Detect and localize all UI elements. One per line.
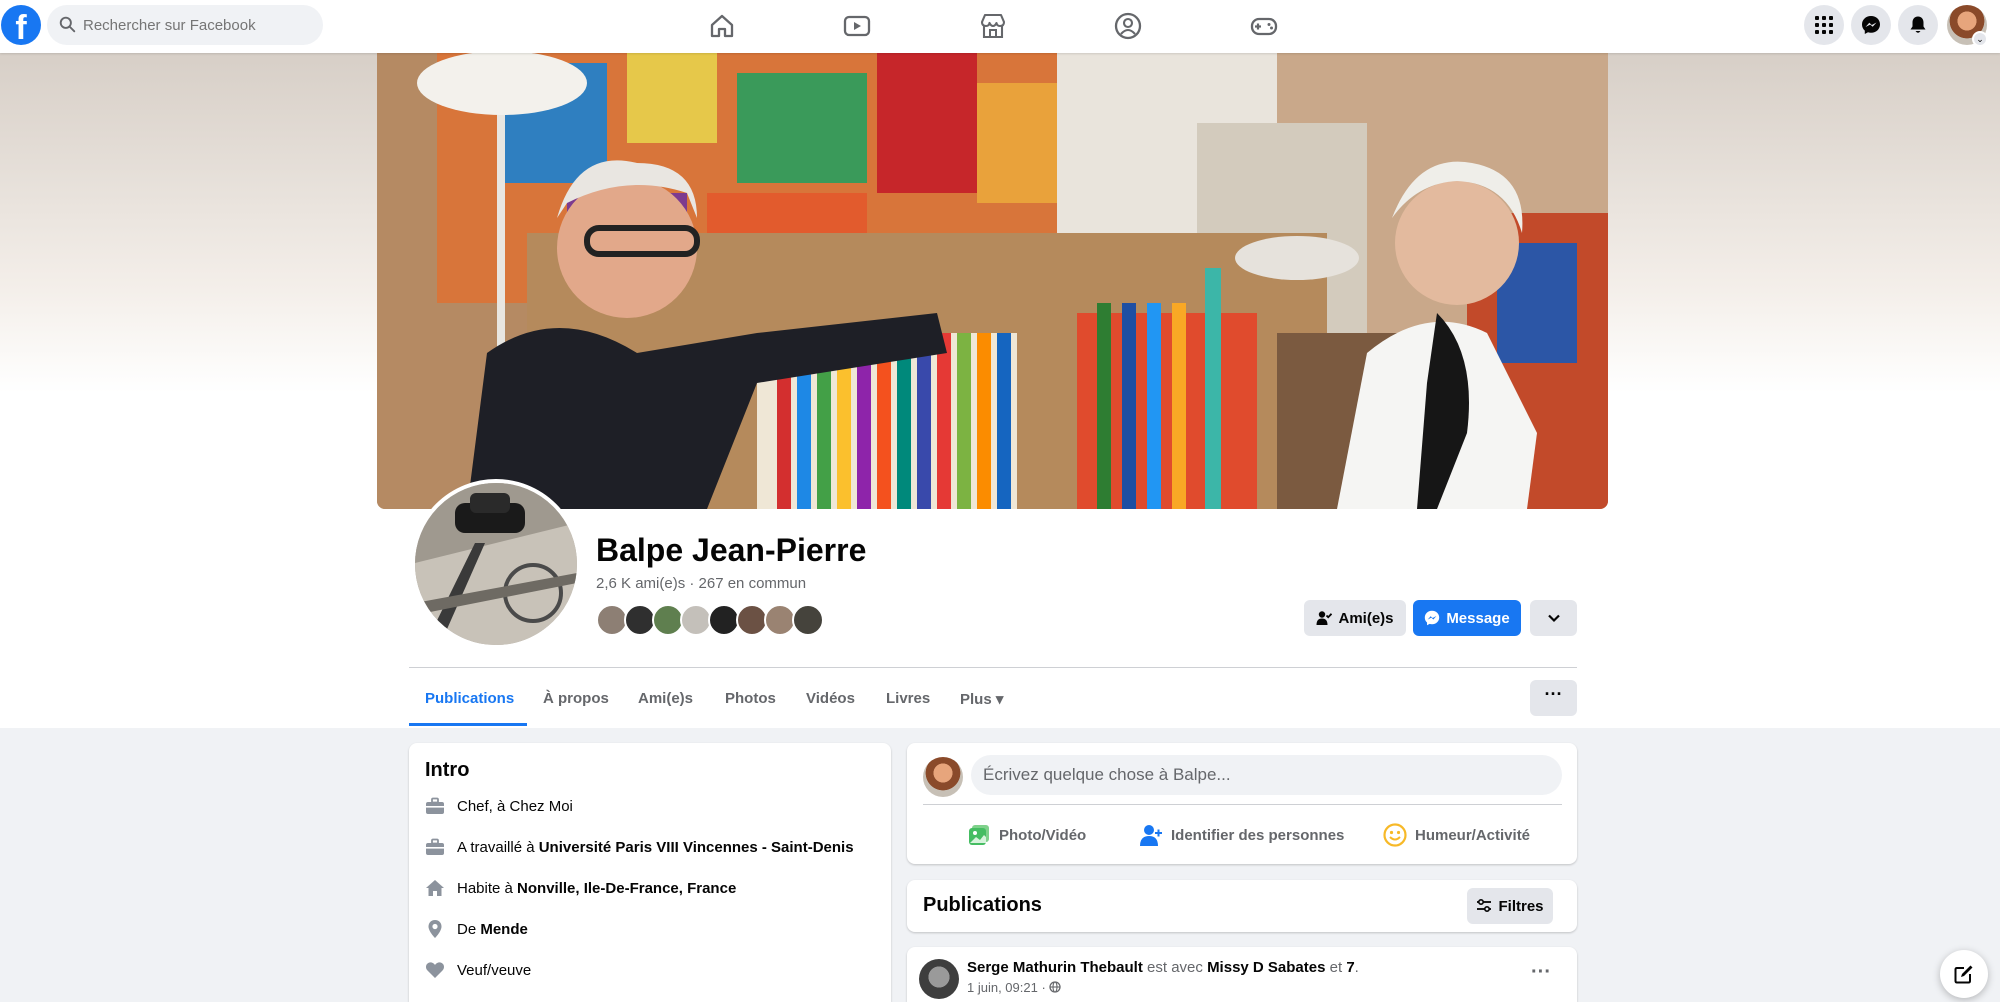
- tab-photos[interactable]: Photos: [725, 690, 776, 707]
- filters-button[interactable]: Filtres: [1467, 888, 1553, 924]
- messenger-icon: [1425, 610, 1440, 626]
- intro-from-link[interactable]: Mende: [480, 921, 528, 938]
- photo-icon: [969, 825, 989, 845]
- composer-divider: [923, 804, 1562, 805]
- smiley-icon: [1383, 823, 1407, 847]
- feeling-activity-label: Humeur/Activité: [1415, 826, 1531, 844]
- search-input[interactable]: [83, 5, 313, 45]
- messenger-button[interactable]: [1851, 5, 1891, 45]
- filters-label: Filtres: [1498, 897, 1544, 915]
- tab-videos[interactable]: Vidéos: [806, 690, 855, 707]
- post-author-avatar[interactable]: [919, 959, 959, 999]
- marketplace-icon[interactable]: [978, 11, 1008, 41]
- intro-row-relationship: Veuf/veuve: [425, 958, 531, 982]
- gaming-icon[interactable]: [1249, 11, 1279, 41]
- composer-avatar[interactable]: [923, 757, 963, 797]
- composer-input[interactable]: Écrivez quelque chose à Balpe...: [971, 755, 1562, 795]
- intro-row-lives: Habite à Nonville, Ile-De-France, France: [425, 876, 736, 900]
- home-icon[interactable]: [707, 11, 737, 41]
- message-button[interactable]: Message: [1413, 600, 1521, 636]
- post-composer-card: Écrivez quelque chose à Balpe... Photo/V…: [907, 743, 1577, 864]
- cover-photo[interactable]: [377, 53, 1608, 509]
- intro-card: Intro Chef, à Chez Moi A travaillé à Uni…: [409, 743, 891, 1002]
- friends-button[interactable]: Ami(e)s: [1304, 600, 1406, 636]
- tabs-more-options-button[interactable]: ···: [1530, 680, 1577, 716]
- profile-picture[interactable]: [411, 479, 581, 649]
- photo-video-label: Photo/Vidéo: [999, 826, 1087, 844]
- friend-check-icon: [1316, 611, 1333, 625]
- post-header: Serge Mathurin Thebault est avec Missy D…: [967, 959, 1359, 976]
- post-and-text: et: [1325, 959, 1347, 976]
- post-timestamp[interactable]: 1 juin, 09:21 ·: [967, 980, 1046, 995]
- menu-grid-button[interactable]: [1804, 5, 1844, 45]
- intro-row-work: Chef, à Chez Moi: [425, 794, 573, 818]
- intro-lives-link[interactable]: Nonville, Ile-De-France, France: [517, 880, 736, 897]
- post-author-name[interactable]: Serge Mathurin Thebault: [967, 959, 1143, 976]
- intro-past-work-prefix: A travaillé à: [457, 838, 539, 856]
- post-meta: 1 juin, 09:21 ·: [967, 980, 1062, 995]
- heart-icon: [425, 962, 445, 978]
- mutual-friend-avatar[interactable]: [792, 604, 824, 636]
- facebook-logo-icon[interactable]: f: [1, 5, 41, 45]
- profile-picture-illustration: [415, 483, 577, 645]
- chevron-down-icon: [1547, 614, 1560, 623]
- post-with-text: est avec: [1142, 959, 1208, 976]
- intro-row-from: De Mende: [425, 917, 528, 941]
- bell-icon: [1910, 16, 1926, 33]
- photo-video-button[interactable]: Photo/Vidéo: [967, 815, 1086, 855]
- tab-books[interactable]: Livres: [886, 690, 930, 707]
- header-divider: [409, 667, 1577, 668]
- video-icon[interactable]: [842, 11, 872, 41]
- notifications-button[interactable]: [1898, 5, 1938, 45]
- profile-name: Balpe Jean-Pierre: [596, 532, 867, 568]
- publications-header-card: Publications Filtres: [907, 880, 1577, 932]
- active-tab-indicator: [409, 723, 527, 726]
- more-profile-actions-button[interactable]: [1530, 600, 1577, 636]
- briefcase-icon: [426, 797, 444, 814]
- tab-publications[interactable]: Publications: [425, 690, 514, 707]
- publications-title: Publications: [923, 894, 1042, 916]
- chevron-down-icon[interactable]: ⌄: [1972, 31, 1988, 47]
- tag-people-label: Identifier des personnes: [1171, 826, 1345, 844]
- tag-people-button[interactable]: Identifier des personnes: [1139, 815, 1344, 855]
- friends-button-label: Ami(e)s: [1338, 609, 1394, 627]
- location-pin-icon: [428, 920, 442, 938]
- house-icon: [426, 880, 444, 896]
- tab-friends[interactable]: Ami(e)s: [638, 690, 693, 707]
- tab-about[interactable]: À propos: [543, 690, 609, 707]
- feeling-activity-button[interactable]: Humeur/Activité: [1383, 815, 1530, 855]
- cover-photo-illustration: [377, 53, 1608, 509]
- menu-grid-icon: [1815, 16, 1833, 34]
- intro-lives-prefix: Habite à: [457, 879, 518, 897]
- post-period: .: [1354, 959, 1359, 976]
- new-message-button[interactable]: [1940, 950, 1988, 998]
- compose-icon: [1954, 965, 1973, 984]
- post-tagged-name[interactable]: Missy D Sabates: [1207, 959, 1325, 976]
- globe-icon: [1049, 981, 1062, 993]
- intro-title: Intro: [425, 759, 470, 781]
- intro-past-work-link[interactable]: Université Paris VIII Vincennes - Saint-…: [539, 839, 854, 856]
- briefcase-icon: [426, 838, 444, 855]
- post-tagged-others[interactable]: 7: [1346, 959, 1354, 976]
- friends-count[interactable]: 2,6 K ami(e)s · 267 en commun: [596, 575, 806, 592]
- search-icon: [59, 16, 76, 33]
- search-box[interactable]: [47, 5, 323, 45]
- tag-people-icon: [1140, 825, 1162, 846]
- intro-from-prefix: De: [457, 920, 481, 938]
- messenger-icon: [1862, 16, 1880, 34]
- filter-icon: [1477, 898, 1492, 913]
- tab-more[interactable]: Plus ▾: [960, 690, 1003, 708]
- post-options-icon[interactable]: ···: [1531, 961, 1551, 984]
- message-button-label: Message: [1446, 609, 1510, 627]
- intro-work-text: Chef, à Chez Moi: [457, 797, 573, 815]
- intro-row-past-work: A travaillé à Université Paris VIII Vinc…: [425, 835, 854, 859]
- post-card: Serge Mathurin Thebault est avec Missy D…: [907, 947, 1577, 1002]
- top-navigation-bar: f ⌄: [0, 0, 2000, 53]
- groups-icon[interactable]: [1113, 11, 1143, 41]
- intro-relationship-text: Veuf/veuve: [457, 961, 532, 979]
